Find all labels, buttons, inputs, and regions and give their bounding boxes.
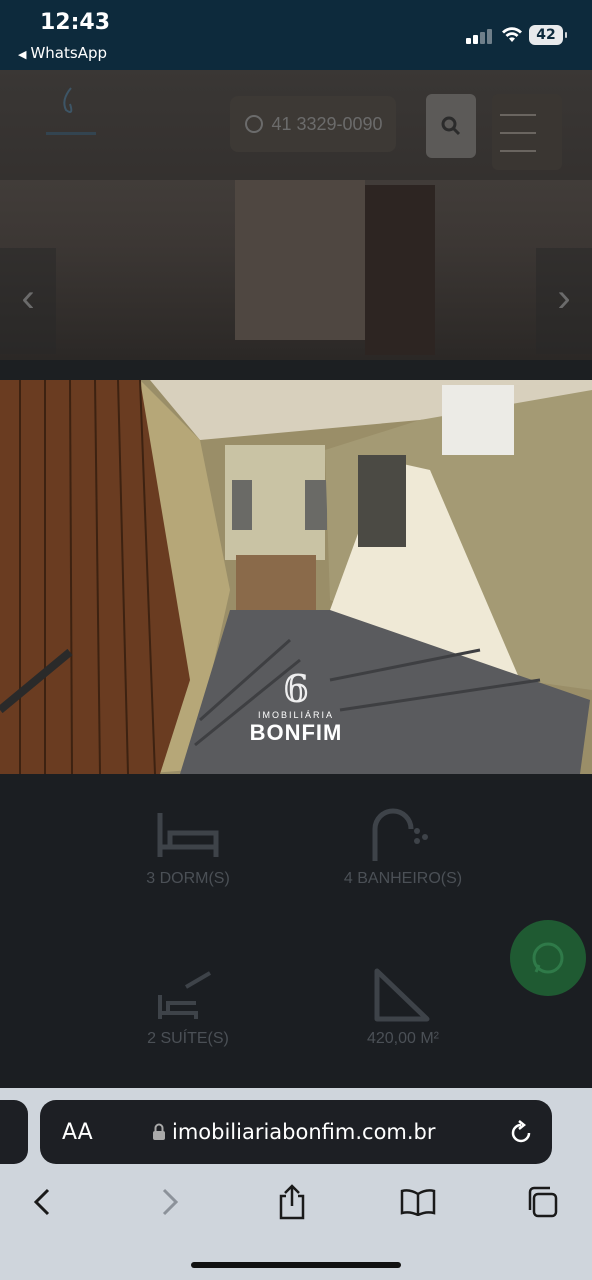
chevron-right-icon: › <box>557 276 571 320</box>
url-text: imobiliariabonfim.com.br <box>172 1120 436 1144</box>
tabs-button[interactable] <box>520 1182 564 1222</box>
site-header: 41 3329-0090 <box>0 70 592 180</box>
back-to-app-link[interactable]: ◀ WhatsApp <box>18 44 107 62</box>
reader-aa-button[interactable]: AA <box>62 1120 93 1145</box>
browser-toolbar: AA imobiliariabonfim.com.br <box>0 1088 592 1280</box>
whatsapp-phone-button[interactable]: 41 3329-0090 <box>230 96 396 152</box>
status-bar: 12:43 ◀ WhatsApp 42 <box>0 0 592 70</box>
feature-area: 420,00 M² <box>293 960 513 1048</box>
carousel-next-button[interactable]: › <box>536 248 592 354</box>
back-app-label: WhatsApp <box>30 44 107 62</box>
back-triangle-icon: ◀ <box>18 48 27 61</box>
bookmarks-button[interactable] <box>396 1182 440 1222</box>
logo-swirl-icon: 𝟞 <box>282 667 310 711</box>
photo-watermark-logo: 𝟞 IMOBILIÁRIA BONFIM <box>0 670 592 746</box>
feature-label: 3 DORM(S) <box>146 870 230 887</box>
status-time: 12:43 <box>40 10 111 35</box>
back-button[interactable] <box>20 1182 64 1222</box>
suite-icon <box>158 971 212 1019</box>
site-logo[interactable] <box>36 80 106 143</box>
share-icon <box>279 1184 305 1220</box>
property-features: 3 DORM(S) 4 BANHEIRO(S) 2 SUÍTE(S) 420,0… <box>0 780 592 1090</box>
search-icon <box>441 116 461 136</box>
chevron-left-icon: ‹ <box>21 276 35 320</box>
tabs-icon <box>528 1186 558 1218</box>
wifi-icon <box>502 27 522 42</box>
forward-button[interactable] <box>148 1182 192 1222</box>
battery-indicator: 42 <box>529 25 567 45</box>
share-button[interactable] <box>270 1182 314 1222</box>
bookmarks-book-icon <box>400 1189 436 1216</box>
url-field[interactable]: imobiliariabonfim.com.br <box>152 1120 436 1144</box>
chevron-right-icon <box>162 1188 179 1216</box>
chevron-left-icon <box>33 1188 50 1216</box>
watermark-big-text: BONFIM <box>249 720 343 745</box>
feature-suites: 2 SUÍTE(S) <box>78 960 298 1048</box>
whatsapp-icon <box>532 942 564 974</box>
area-triangle-icon <box>374 968 430 1022</box>
home-indicator[interactable] <box>191 1262 401 1268</box>
whatsapp-icon <box>245 115 264 133</box>
feature-bathrooms: 4 BANHEIRO(S) <box>293 800 513 888</box>
lock-icon <box>153 1123 165 1140</box>
previous-tab-edge[interactable] <box>0 1100 28 1164</box>
cellular-signal-icon <box>466 28 494 44</box>
hamburger-menu-button[interactable] <box>492 94 562 170</box>
shower-icon <box>372 808 428 861</box>
watermark-small-text: IMOBILIÁRIA <box>257 710 334 720</box>
feature-label: 2 SUÍTE(S) <box>147 1030 229 1047</box>
feature-label: 4 BANHEIRO(S) <box>343 870 463 887</box>
bed-icon <box>157 813 219 857</box>
phone-number: 41 3329-0090 <box>271 113 383 134</box>
feature-label: 420,00 M² <box>366 1030 440 1047</box>
address-bar[interactable]: AA imobiliariabonfim.com.br <box>40 1100 552 1164</box>
whatsapp-float-button[interactable] <box>510 920 586 996</box>
reload-icon[interactable] <box>508 1118 534 1146</box>
search-button[interactable] <box>426 94 476 158</box>
feature-bedrooms: 3 DORM(S) <box>78 800 298 888</box>
carousel-prev-button[interactable]: ‹ <box>0 248 56 354</box>
